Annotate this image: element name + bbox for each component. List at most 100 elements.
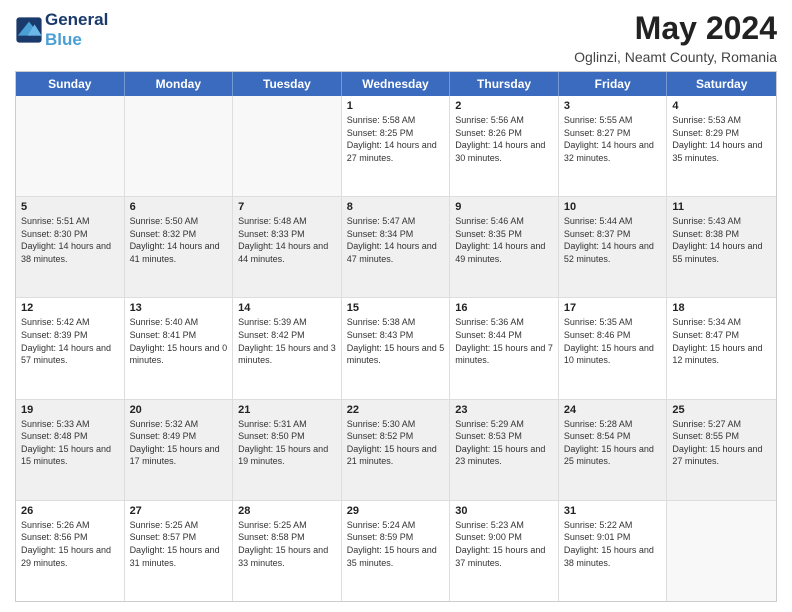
day-info: Sunrise: 5:42 AM Sunset: 8:39 PM Dayligh…: [21, 316, 119, 366]
day-info: Sunrise: 5:30 AM Sunset: 8:52 PM Dayligh…: [347, 418, 445, 468]
day-info: Sunrise: 5:36 AM Sunset: 8:44 PM Dayligh…: [455, 316, 553, 366]
day-info: Sunrise: 5:28 AM Sunset: 8:54 PM Dayligh…: [564, 418, 662, 468]
calendar-row: 19Sunrise: 5:33 AM Sunset: 8:48 PM Dayli…: [16, 400, 776, 501]
day-number: 10: [564, 201, 662, 213]
day-number: 12: [21, 302, 119, 314]
calendar-day-2: 2 Sunrise: 5:56 AM Sunset: 8:26 PM Daylig…: [450, 96, 559, 196]
day-number: 14: [238, 302, 336, 314]
day-number: 22: [347, 404, 445, 416]
day-info: Sunrise: 5:29 AM Sunset: 8:53 PM Dayligh…: [455, 418, 553, 468]
calendar-day-16: 16 Sunrise: 5:36 AM Sunset: 8:44 PM Dayli…: [450, 298, 559, 398]
day-info: Sunrise: 5:26 AM Sunset: 8:56 PM Dayligh…: [21, 519, 119, 569]
calendar-empty-cell: [125, 96, 234, 196]
calendar-day-22: 22 Sunrise: 5:30 AM Sunset: 8:52 PM Dayli…: [342, 400, 451, 500]
day-info: Sunrise: 5:34 AM Sunset: 8:47 PM Dayligh…: [672, 316, 771, 366]
day-number: 13: [130, 302, 228, 314]
calendar-day-10: 10 Sunrise: 5:44 AM Sunset: 8:37 PM Dayli…: [559, 197, 668, 297]
title-area: May 2024 Oglinzi, Neamt County, Romania: [574, 10, 777, 65]
day-number: 6: [130, 201, 228, 213]
main-title: May 2024: [574, 10, 777, 47]
day-info: Sunrise: 5:31 AM Sunset: 8:50 PM Dayligh…: [238, 418, 336, 468]
day-number: 24: [564, 404, 662, 416]
calendar-day-17: 17Sunrise: 5:35 AM Sunset: 8:46 PM Dayli…: [559, 298, 668, 398]
calendar-day-11: 11 Sunrise: 5:43 AM Sunset: 8:38 PM Dayli…: [667, 197, 776, 297]
weekday-header-thursday: Thursday: [450, 72, 559, 96]
calendar-day-5: 5Sunrise: 5:51 AM Sunset: 8:30 PM Daylig…: [16, 197, 125, 297]
calendar-body: 1 Sunrise: 5:58 AM Sunset: 8:25 PM Daylig…: [16, 96, 776, 601]
day-info: Sunrise: 5:32 AM Sunset: 8:49 PM Dayligh…: [130, 418, 228, 468]
calendar-row: 5Sunrise: 5:51 AM Sunset: 8:30 PM Daylig…: [16, 197, 776, 298]
day-number: 9: [455, 201, 553, 213]
day-number: 29: [347, 505, 445, 517]
calendar-day-28: 28 Sunrise: 5:25 AM Sunset: 8:58 PM Dayli…: [233, 501, 342, 601]
logo: General Blue: [15, 10, 108, 51]
calendar-day-6: 6 Sunrise: 5:50 AM Sunset: 8:32 PM Daylig…: [125, 197, 234, 297]
day-info: Sunrise: 5:44 AM Sunset: 8:37 PM Dayligh…: [564, 215, 662, 265]
day-info: Sunrise: 5:24 AM Sunset: 8:59 PM Dayligh…: [347, 519, 445, 569]
calendar-day-14: 14 Sunrise: 5:39 AM Sunset: 8:42 PM Dayli…: [233, 298, 342, 398]
day-number: 27: [130, 505, 228, 517]
calendar-day-9: 9 Sunrise: 5:46 AM Sunset: 8:35 PM Daylig…: [450, 197, 559, 297]
day-info: Sunrise: 5:23 AM Sunset: 9:00 PM Dayligh…: [455, 519, 553, 569]
calendar-day-7: 7 Sunrise: 5:48 AM Sunset: 8:33 PM Daylig…: [233, 197, 342, 297]
weekday-header-tuesday: Tuesday: [233, 72, 342, 96]
day-info: Sunrise: 5:25 AM Sunset: 8:58 PM Dayligh…: [238, 519, 336, 569]
subtitle: Oglinzi, Neamt County, Romania: [574, 49, 777, 65]
day-info: Sunrise: 5:47 AM Sunset: 8:34 PM Dayligh…: [347, 215, 445, 265]
day-info: Sunrise: 5:43 AM Sunset: 8:38 PM Dayligh…: [672, 215, 771, 265]
calendar-day-29: 29 Sunrise: 5:24 AM Sunset: 8:59 PM Dayli…: [342, 501, 451, 601]
day-number: 16: [455, 302, 553, 314]
day-info: Sunrise: 5:55 AM Sunset: 8:27 PM Dayligh…: [564, 114, 662, 164]
day-info: Sunrise: 5:53 AM Sunset: 8:29 PM Dayligh…: [672, 114, 771, 164]
day-number: 20: [130, 404, 228, 416]
day-number: 18: [672, 302, 771, 314]
day-number: 5: [21, 201, 119, 213]
calendar-day-27: 27Sunrise: 5:25 AM Sunset: 8:57 PM Dayli…: [125, 501, 234, 601]
day-number: 2: [455, 100, 553, 112]
logo-text: General Blue: [45, 10, 108, 51]
day-number: 31: [564, 505, 662, 517]
day-number: 8: [347, 201, 445, 213]
weekday-header-wednesday: Wednesday: [342, 72, 451, 96]
day-number: 7: [238, 201, 336, 213]
weekday-header-sunday: Sunday: [16, 72, 125, 96]
header: General Blue May 2024 Oglinzi, Neamt Cou…: [15, 10, 777, 65]
calendar-empty-cell: [233, 96, 342, 196]
day-info: Sunrise: 5:58 AM Sunset: 8:25 PM Dayligh…: [347, 114, 445, 164]
calendar-day-19: 19Sunrise: 5:33 AM Sunset: 8:48 PM Dayli…: [16, 400, 125, 500]
calendar-day-3: 3 Sunrise: 5:55 AM Sunset: 8:27 PM Daylig…: [559, 96, 668, 196]
calendar-day-18: 18 Sunrise: 5:34 AM Sunset: 8:47 PM Dayli…: [667, 298, 776, 398]
calendar: SundayMondayTuesdayWednesdayThursdayFrid…: [15, 71, 777, 602]
calendar-day-24: 24 Sunrise: 5:28 AM Sunset: 8:54 PM Dayli…: [559, 400, 668, 500]
day-number: 28: [238, 505, 336, 517]
day-number: 1: [347, 100, 445, 112]
day-info: Sunrise: 5:35 AM Sunset: 8:46 PM Dayligh…: [564, 316, 662, 366]
day-info: Sunrise: 5:38 AM Sunset: 8:43 PM Dayligh…: [347, 316, 445, 366]
day-number: 4: [672, 100, 771, 112]
calendar-day-31: 31 Sunrise: 5:22 AM Sunset: 9:01 PM Dayli…: [559, 501, 668, 601]
day-info: Sunrise: 5:22 AM Sunset: 9:01 PM Dayligh…: [564, 519, 662, 569]
day-info: Sunrise: 5:48 AM Sunset: 8:33 PM Dayligh…: [238, 215, 336, 265]
calendar-day-21: 21Sunrise: 5:31 AM Sunset: 8:50 PM Dayli…: [233, 400, 342, 500]
day-info: Sunrise: 5:39 AM Sunset: 8:42 PM Dayligh…: [238, 316, 336, 366]
calendar-day-26: 26Sunrise: 5:26 AM Sunset: 8:56 PM Dayli…: [16, 501, 125, 601]
day-number: 23: [455, 404, 553, 416]
calendar-day-8: 8 Sunrise: 5:47 AM Sunset: 8:34 PM Daylig…: [342, 197, 451, 297]
day-info: Sunrise: 5:56 AM Sunset: 8:26 PM Dayligh…: [455, 114, 553, 164]
logo-icon: [15, 16, 43, 44]
day-info: Sunrise: 5:50 AM Sunset: 8:32 PM Dayligh…: [130, 215, 228, 265]
calendar-day-13: 13 Sunrise: 5:40 AM Sunset: 8:41 PM Dayli…: [125, 298, 234, 398]
day-info: Sunrise: 5:40 AM Sunset: 8:41 PM Dayligh…: [130, 316, 228, 366]
day-info: Sunrise: 5:46 AM Sunset: 8:35 PM Dayligh…: [455, 215, 553, 265]
calendar-day-15: 15Sunrise: 5:38 AM Sunset: 8:43 PM Dayli…: [342, 298, 451, 398]
day-number: 19: [21, 404, 119, 416]
calendar-empty-cell: [667, 501, 776, 601]
calendar-day-23: 23 Sunrise: 5:29 AM Sunset: 8:53 PM Dayli…: [450, 400, 559, 500]
day-number: 25: [672, 404, 771, 416]
calendar-row: 26Sunrise: 5:26 AM Sunset: 8:56 PM Dayli…: [16, 501, 776, 601]
day-number: 3: [564, 100, 662, 112]
calendar-day-4: 4 Sunrise: 5:53 AM Sunset: 8:29 PM Daylig…: [667, 96, 776, 196]
calendar-day-20: 20 Sunrise: 5:32 AM Sunset: 8:49 PM Dayli…: [125, 400, 234, 500]
day-number: 11: [672, 201, 771, 213]
weekday-header-monday: Monday: [125, 72, 234, 96]
